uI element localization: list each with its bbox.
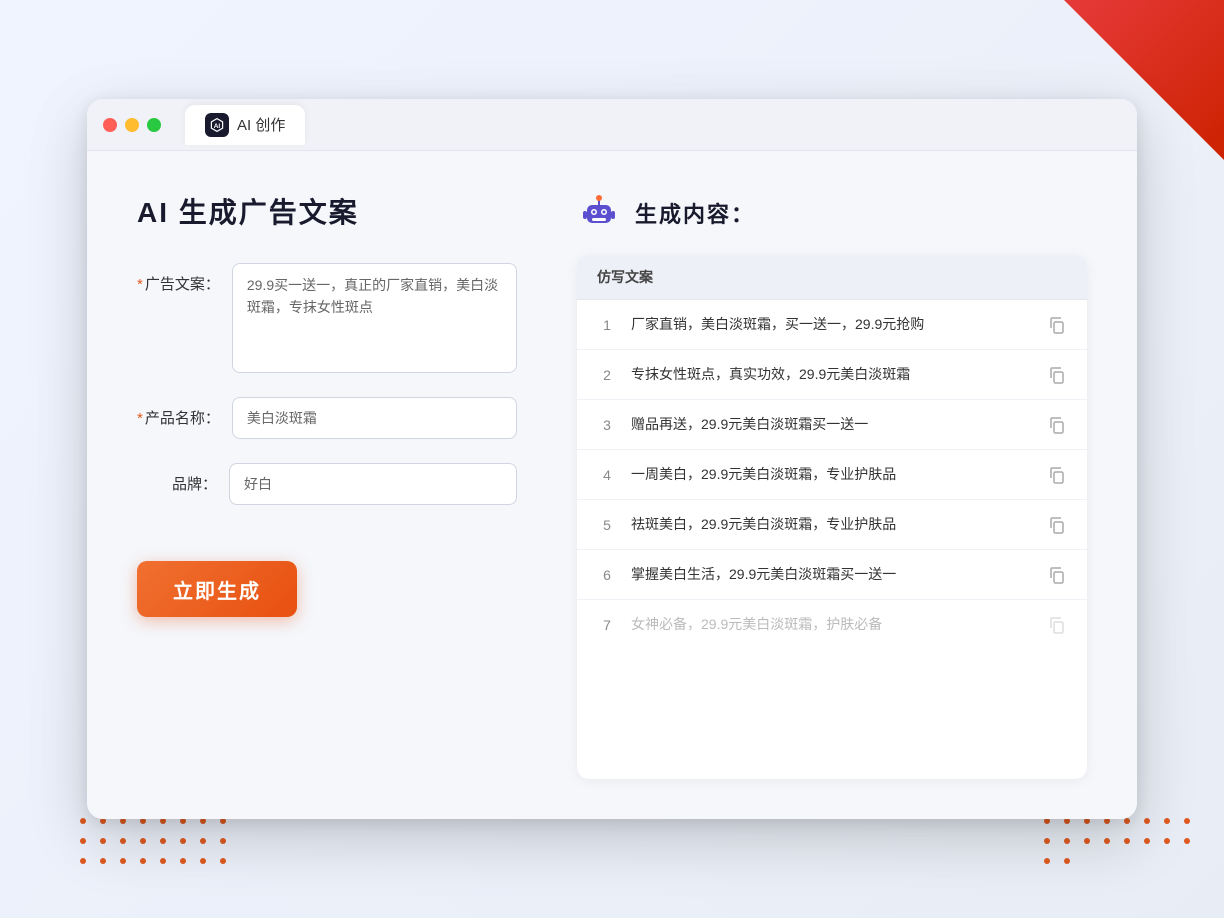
row-number: 2 [597, 367, 617, 383]
result-header: 生成内容： [577, 191, 1087, 235]
table-row: 4 一周美白，29.9元美白淡斑霜，专业护肤品 [577, 450, 1087, 500]
content-area: AI 生成广告文案 *广告文案： 29.9买一送一，真正的厂家直销，美白淡斑霜，… [87, 151, 1137, 819]
ad-copy-label: *广告文案： [137, 263, 220, 294]
row-text: 一周美白，29.9元美白淡斑霜，专业护肤品 [631, 464, 1033, 485]
corner-decoration-bottom-left [80, 818, 280, 898]
page-title: AI 生成广告文案 [137, 191, 517, 231]
table-header: 仿写文案 [577, 255, 1087, 300]
right-panel: 生成内容： 仿写文案 1 厂家直销，美白淡斑霜，买一送一，29.9元抢购 2 专抹女… [577, 191, 1087, 779]
copy-icon[interactable] [1047, 565, 1067, 585]
maximize-button[interactable] [147, 118, 161, 132]
copy-icon[interactable] [1047, 365, 1067, 385]
copy-icon[interactable] [1047, 515, 1067, 535]
result-rows-container: 1 厂家直销，美白淡斑霜，买一送一，29.9元抢购 2 专抹女性斑点，真实功效，29… [577, 300, 1087, 649]
product-name-label: *产品名称： [137, 397, 220, 428]
title-bar: AI AI 创作 [87, 99, 1137, 151]
row-number: 6 [597, 567, 617, 583]
ad-copy-input[interactable]: 29.9买一送一，真正的厂家直销，美白淡斑霜，专抹女性斑点 [232, 263, 517, 373]
robot-icon [577, 191, 621, 235]
brand-input[interactable]: 好白 [229, 463, 517, 505]
row-number: 4 [597, 467, 617, 483]
tab-label: AI 创作 [237, 114, 285, 135]
row-number: 1 [597, 317, 617, 333]
copy-icon[interactable] [1047, 465, 1067, 485]
row-number: 3 [597, 417, 617, 433]
corner-decoration-bottom-right [1044, 818, 1164, 878]
row-text: 赠品再送，29.9元美白淡斑霜买一送一 [631, 414, 1033, 435]
result-table: 仿写文案 1 厂家直销，美白淡斑霜，买一送一，29.9元抢购 2 专抹女性斑点，真实… [577, 255, 1087, 779]
row-text: 专抹女性斑点，真实功效，29.9元美白淡斑霜 [631, 364, 1033, 385]
table-row: 7 女神必备，29.9元美白淡斑霜，护肤必备 [577, 600, 1087, 649]
row-text: 掌握美白生活，29.9元美白淡斑霜买一送一 [631, 564, 1033, 585]
minimize-button[interactable] [125, 118, 139, 132]
table-row: 1 厂家直销，美白淡斑霜，买一送一，29.9元抢购 [577, 300, 1087, 350]
brand-label: 品牌： [137, 463, 217, 494]
window-controls [103, 118, 161, 132]
required-star-product: * [137, 410, 143, 427]
copy-icon[interactable] [1047, 415, 1067, 435]
brand-group: 品牌： 好白 [137, 463, 517, 505]
browser-window: AI AI 创作 AI 生成广告文案 *广告文案： 29.9买一送一，真正的厂家… [87, 99, 1137, 819]
row-number: 7 [597, 617, 617, 633]
ai-tab-icon: AI [205, 113, 229, 137]
svg-text:AI: AI [214, 123, 221, 130]
product-name-input[interactable]: 美白淡斑霜 [232, 397, 517, 439]
required-star-ad: * [137, 276, 143, 293]
ad-copy-group: *广告文案： 29.9买一送一，真正的厂家直销，美白淡斑霜，专抹女性斑点 [137, 263, 517, 373]
copy-icon[interactable] [1047, 615, 1067, 635]
table-row: 2 专抹女性斑点，真实功效，29.9元美白淡斑霜 [577, 350, 1087, 400]
row-number: 5 [597, 517, 617, 533]
close-button[interactable] [103, 118, 117, 132]
left-panel: AI 生成广告文案 *广告文案： 29.9买一送一，真正的厂家直销，美白淡斑霜，… [137, 191, 517, 779]
table-row: 6 掌握美白生活，29.9元美白淡斑霜买一送一 [577, 550, 1087, 600]
copy-icon[interactable] [1047, 315, 1067, 335]
generate-button[interactable]: 立即生成 [137, 561, 297, 617]
tab-ai-creation[interactable]: AI AI 创作 [185, 105, 305, 145]
row-text: 女神必备，29.9元美白淡斑霜，护肤必备 [631, 614, 1033, 635]
row-text: 厂家直销，美白淡斑霜，买一送一，29.9元抢购 [631, 314, 1033, 335]
table-row: 3 赠品再送，29.9元美白淡斑霜买一送一 [577, 400, 1087, 450]
product-name-group: *产品名称： 美白淡斑霜 [137, 397, 517, 439]
row-text: 祛斑美白，29.9元美白淡斑霜，专业护肤品 [631, 514, 1033, 535]
table-row: 5 祛斑美白，29.9元美白淡斑霜，专业护肤品 [577, 500, 1087, 550]
result-title: 生成内容： [635, 197, 755, 229]
